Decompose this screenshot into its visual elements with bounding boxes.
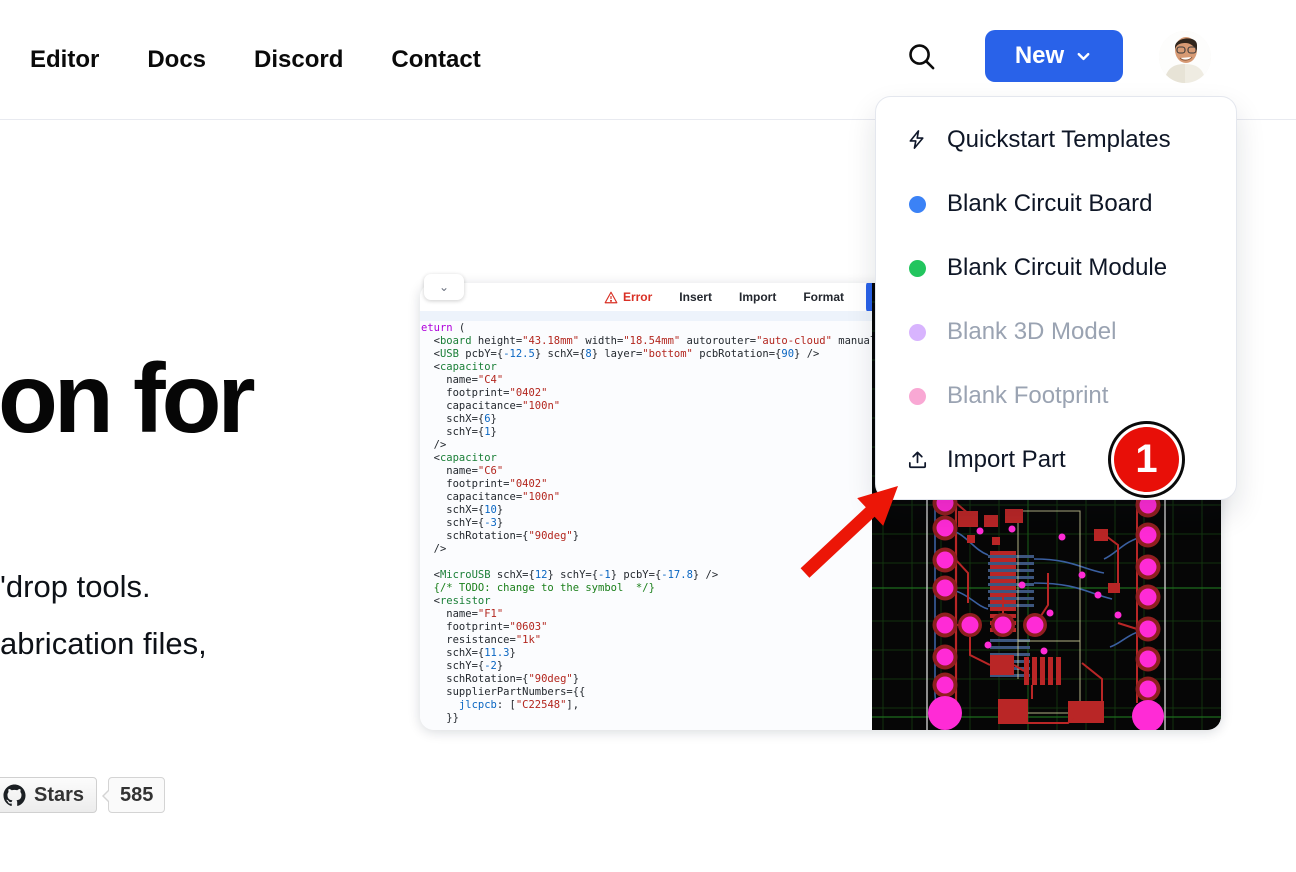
- code-line: footprint="0603": [421, 621, 872, 634]
- toolbar-insert[interactable]: Insert: [679, 290, 712, 304]
- avatar-photo: [1159, 31, 1211, 83]
- code-line: }}: [421, 712, 872, 725]
- annotation-arrow: [795, 478, 910, 588]
- code-line: <capacitor: [421, 361, 872, 374]
- nav-link-editor[interactable]: Editor: [30, 46, 99, 74]
- github-star-count[interactable]: 585: [108, 777, 165, 813]
- toolbar-label: Format: [803, 290, 844, 304]
- menu-item-label: Blank Footprint: [947, 382, 1108, 410]
- github-stars-button[interactable]: Stars: [0, 777, 97, 813]
- hero-paragraph: 'drop tools.abrication files,: [0, 558, 207, 672]
- code-highlight-strip: [420, 311, 872, 321]
- code-line: name="F1": [421, 608, 872, 621]
- toolbar-label: Error: [623, 290, 652, 304]
- collapse-chevron-icon: ⌄: [439, 280, 449, 294]
- editor-toolbar: Error Insert Import Format: [420, 283, 872, 311]
- toolbar-label: Import: [739, 290, 776, 304]
- zap-icon: [904, 129, 930, 152]
- code-line: capacitance="100n": [421, 400, 872, 413]
- new-button-label: New: [1015, 42, 1064, 70]
- search-icon: [906, 41, 937, 77]
- warning-icon: [604, 291, 618, 304]
- hero-paragraph-line: 'drop tools.: [0, 558, 207, 615]
- user-avatar[interactable]: [1159, 31, 1211, 83]
- menu-item-label: Blank Circuit Module: [947, 254, 1167, 282]
- code-line: name="C4": [421, 374, 872, 387]
- color-dot-icon: [904, 388, 930, 405]
- github-icon: [3, 784, 26, 807]
- github-stars-label: Stars: [34, 784, 84, 807]
- code-line: schRotation={"90deg"}: [421, 673, 872, 686]
- code-line: <resistor: [421, 595, 872, 608]
- menu-item-label: Import Part: [947, 446, 1066, 474]
- step-badge: 1: [1108, 421, 1185, 498]
- step-badge-number: 1: [1114, 427, 1179, 492]
- nav-link-discord[interactable]: Discord: [254, 46, 343, 74]
- menu-item-label: Blank 3D Model: [947, 318, 1116, 346]
- code-line: schX={11.3}: [421, 647, 872, 660]
- code-line: <capacitor: [421, 452, 872, 465]
- menu-item-quickstart-templates[interactable]: Quickstart Templates: [876, 108, 1236, 172]
- code-line: schY={1}: [421, 426, 872, 439]
- color-dot-icon: [904, 260, 930, 277]
- code-line: footprint="0402": [421, 387, 872, 400]
- toolbar-import[interactable]: Import: [739, 290, 776, 304]
- upload-icon: [904, 449, 930, 472]
- menu-item-blank-circuit-module[interactable]: Blank Circuit Module: [876, 236, 1236, 300]
- page: Editor Docs Discord Contact New: [0, 0, 1296, 872]
- nav-link-contact[interactable]: Contact: [391, 46, 480, 74]
- search-button[interactable]: [903, 41, 939, 77]
- new-dropdown-menu: Quickstart Templates Blank Circuit Board B…: [875, 96, 1237, 500]
- toolbar-error[interactable]: Error: [604, 290, 652, 304]
- code-line: />: [421, 439, 872, 452]
- code-line: supplierPartNumbers={{: [421, 686, 872, 699]
- color-dot-icon: [904, 196, 930, 213]
- color-dot-icon: [904, 324, 930, 341]
- hero-heading: on for: [0, 342, 252, 455]
- menu-item-blank-footprint: Blank Footprint: [876, 364, 1236, 428]
- code-line: eturn (: [421, 322, 872, 335]
- new-button[interactable]: New: [985, 30, 1123, 82]
- code-line: <board height="43.18mm" width="18.54mm" …: [421, 335, 872, 348]
- nav-link-docs[interactable]: Docs: [147, 46, 206, 74]
- hero-paragraph-line: abrication files,: [0, 615, 207, 672]
- menu-item-blank-3d-model: Blank 3D Model: [876, 300, 1236, 364]
- code-line: name="C6": [421, 465, 872, 478]
- toolbar-label: Insert: [679, 290, 712, 304]
- menu-item-label: Blank Circuit Board: [947, 190, 1152, 218]
- menu-item-blank-circuit-board[interactable]: Blank Circuit Board: [876, 172, 1236, 236]
- main-nav: Editor Docs Discord Contact: [30, 0, 481, 120]
- code-line: jlcpcb: ["C22548"],: [421, 699, 872, 712]
- toolbar-format[interactable]: Format: [803, 290, 844, 304]
- editor-collapse-tab[interactable]: ⌄: [424, 274, 464, 300]
- code-line: schX={6}: [421, 413, 872, 426]
- code-line: resistance="1k": [421, 634, 872, 647]
- chevron-down-icon: [1074, 47, 1093, 66]
- menu-item-label: Quickstart Templates: [947, 126, 1171, 154]
- code-line: schY={-2}: [421, 660, 872, 673]
- code-line: <USB pcbY={-12.5} schX={8} layer="bottom…: [421, 348, 872, 361]
- github-widget: Stars 585: [0, 777, 165, 813]
